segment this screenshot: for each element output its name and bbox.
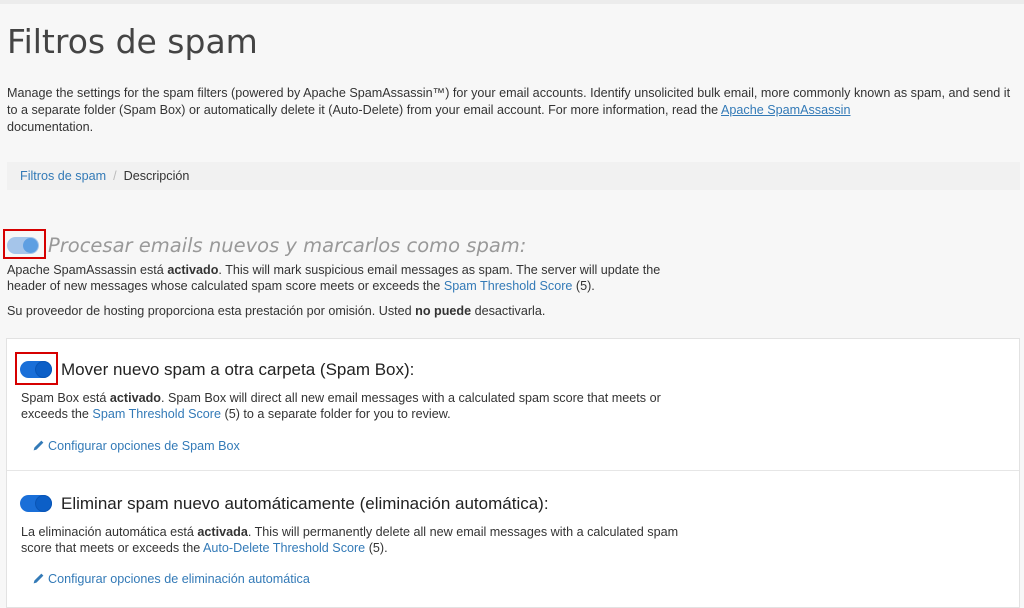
spam-threshold-link[interactable]: Spam Threshold Score [444, 279, 573, 293]
highlight-box-process [3, 229, 46, 259]
apache-spamassassin-link[interactable]: Apache SpamAssassin [721, 103, 851, 117]
breadcrumb-separator: / [113, 169, 117, 183]
auto-delete-toggle[interactable] [20, 495, 52, 512]
page-title: Filtros de spam [7, 22, 258, 61]
top-border [0, 0, 1024, 4]
spam-box-description: Spam Box está activado. Spam Box will di… [21, 391, 661, 421]
process-spam-description: Apache SpamAssassin está activado. This … [7, 263, 661, 293]
breadcrumb-root-link[interactable]: Filtros de spam [20, 169, 106, 183]
spam-box-heading: Mover nuevo spam a otra carpeta (Spam Bo… [61, 360, 415, 379]
toggle-knob [36, 496, 51, 511]
auto-delete-heading: Eliminar spam nuevo automáticamente (eli… [61, 494, 549, 513]
configure-spam-box-link[interactable]: Configurar opciones de Spam Box [32, 439, 240, 453]
auto-delete-description: La eliminación automática está activada.… [21, 525, 679, 555]
section-divider [7, 470, 1019, 471]
breadcrumb: Filtros de spam / Descripción [7, 162, 1020, 190]
highlight-box-spam-box [15, 352, 58, 385]
spam-threshold-link-2[interactable]: Spam Threshold Score [92, 407, 221, 421]
options-panel: Mover nuevo spam a otra carpeta (Spam Bo… [6, 338, 1020, 608]
configure-auto-delete-link[interactable]: Configurar opciones de eliminación autom… [32, 572, 310, 586]
page-description: Manage the settings for the spam filters… [7, 86, 1011, 134]
breadcrumb-current: Descripción [123, 169, 190, 183]
process-spam-note: Su proveedor de hosting proporciona esta… [7, 304, 546, 318]
process-spam-heading: Procesar emails nuevos y marcarlos como … [48, 234, 527, 257]
pencil-icon [33, 440, 44, 451]
auto-delete-threshold-link[interactable]: Auto-Delete Threshold Score [203, 541, 365, 555]
pencil-icon [33, 573, 44, 584]
